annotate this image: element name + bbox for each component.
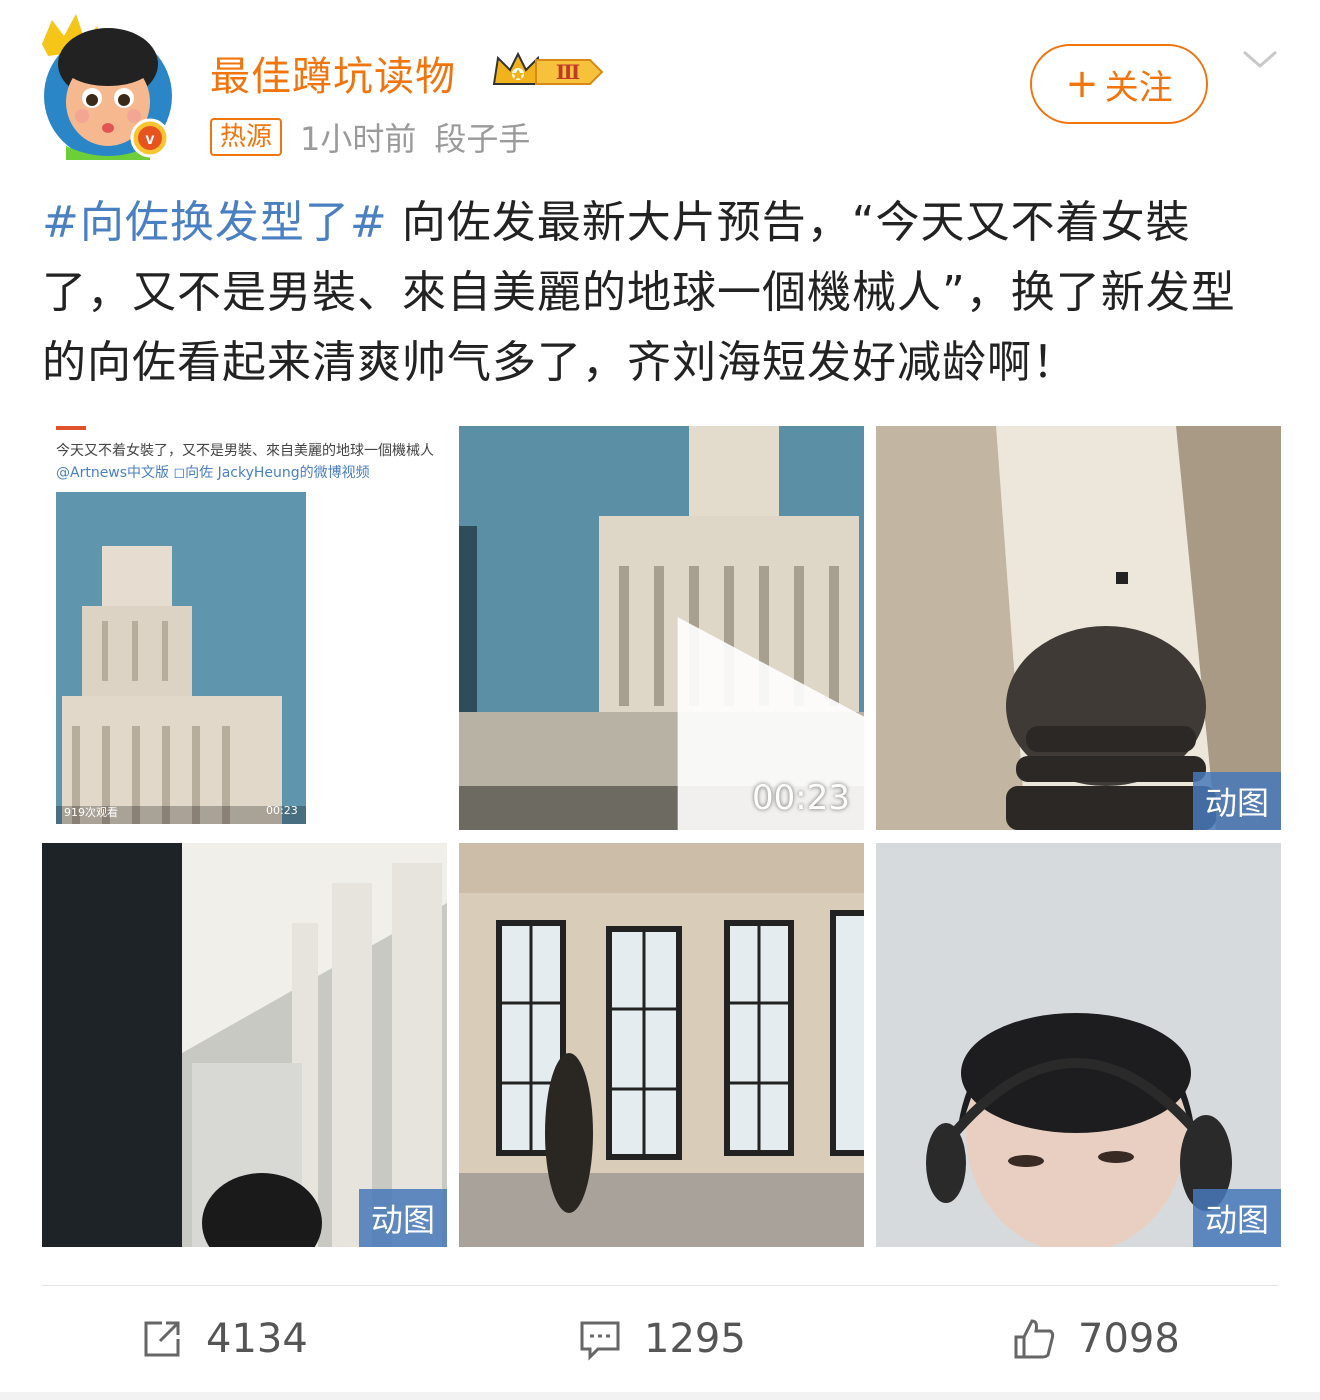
- time-ago: 1小时前: [300, 120, 417, 158]
- level-badge-label: Ⅲ: [556, 60, 580, 84]
- follow-button[interactable]: + 关注: [1030, 44, 1208, 124]
- gif-tile-colonnade[interactable]: 动图: [42, 843, 447, 1247]
- image-tile-screenshot[interactable]: 今天又不着女裝了，又不是男裝、來自美麗的地球一個機械人 @Artnews中文版 …: [42, 426, 447, 830]
- comment-icon: [580, 1321, 620, 1361]
- screenshot-caption-mention: @Artnews中文版 ◻向佐 JackyHeung的微博视频: [56, 465, 370, 481]
- screenshot-views: 919次观看: [64, 806, 118, 819]
- post-text: #向佐换发型了# 向佐发最新大片预告，“今天又不着女裝了，又不是男裝、來自美麗的地…: [42, 188, 1278, 398]
- comment-button[interactable]: 1295: [578, 1316, 746, 1362]
- repost-icon: [144, 1321, 180, 1357]
- post-source[interactable]: 段子手: [434, 114, 530, 160]
- gif-badge: 动图: [1192, 772, 1281, 830]
- action-bar: 4134 1295 7098: [0, 1300, 1320, 1380]
- like-count: 7098: [1078, 1316, 1180, 1362]
- repost-button[interactable]: 4134: [140, 1316, 308, 1362]
- gif-tile-portrait[interactable]: 动图: [876, 843, 1281, 1247]
- plus-icon: +: [1065, 61, 1099, 107]
- username[interactable]: 最佳蹲坑读物: [210, 44, 456, 102]
- image-grid: 今天又不着女裝了，又不是男裝、來自美麗的地球一個機械人 @Artnews中文版 …: [42, 426, 1281, 1247]
- hot-tag: 热源: [210, 118, 283, 156]
- post-meta: 热源 1小时前 段子手: [210, 114, 530, 160]
- like-icon: [1014, 1319, 1055, 1359]
- screenshot-caption-text: 今天又不着女裝了，又不是男裝、來自美麗的地球一個機械人: [56, 443, 434, 459]
- hashtag-link[interactable]: #向佐换发型了#: [42, 197, 388, 248]
- like-button[interactable]: 7098: [1012, 1316, 1180, 1362]
- gif-badge: 动图: [358, 1189, 447, 1247]
- svg-text:v: v: [146, 131, 155, 148]
- video-tile[interactable]: 00:23: [459, 426, 864, 830]
- gif-tile-headset-back[interactable]: 动图: [876, 426, 1281, 830]
- divider: [42, 1285, 1278, 1286]
- gif-badge: 动图: [1192, 1189, 1281, 1247]
- image-tile-windows[interactable]: [459, 843, 864, 1247]
- bottom-separator: [0, 1392, 1320, 1400]
- chevron-down-icon[interactable]: [1240, 44, 1280, 74]
- follow-label: 关注: [1104, 67, 1173, 108]
- level-badge[interactable]: Ⅲ: [490, 48, 606, 96]
- verified-icon: v: [130, 118, 170, 158]
- avatar[interactable]: v: [38, 6, 178, 166]
- screenshot-time: 00:23: [266, 804, 298, 817]
- repost-count: 4134: [206, 1316, 308, 1362]
- screenshot-caption: 今天又不着女裝了，又不是男裝、來自美麗的地球一個機械人 @Artnews中文版 …: [56, 440, 436, 484]
- video-duration: 00:23: [752, 778, 850, 818]
- comment-count: 1295: [644, 1316, 746, 1362]
